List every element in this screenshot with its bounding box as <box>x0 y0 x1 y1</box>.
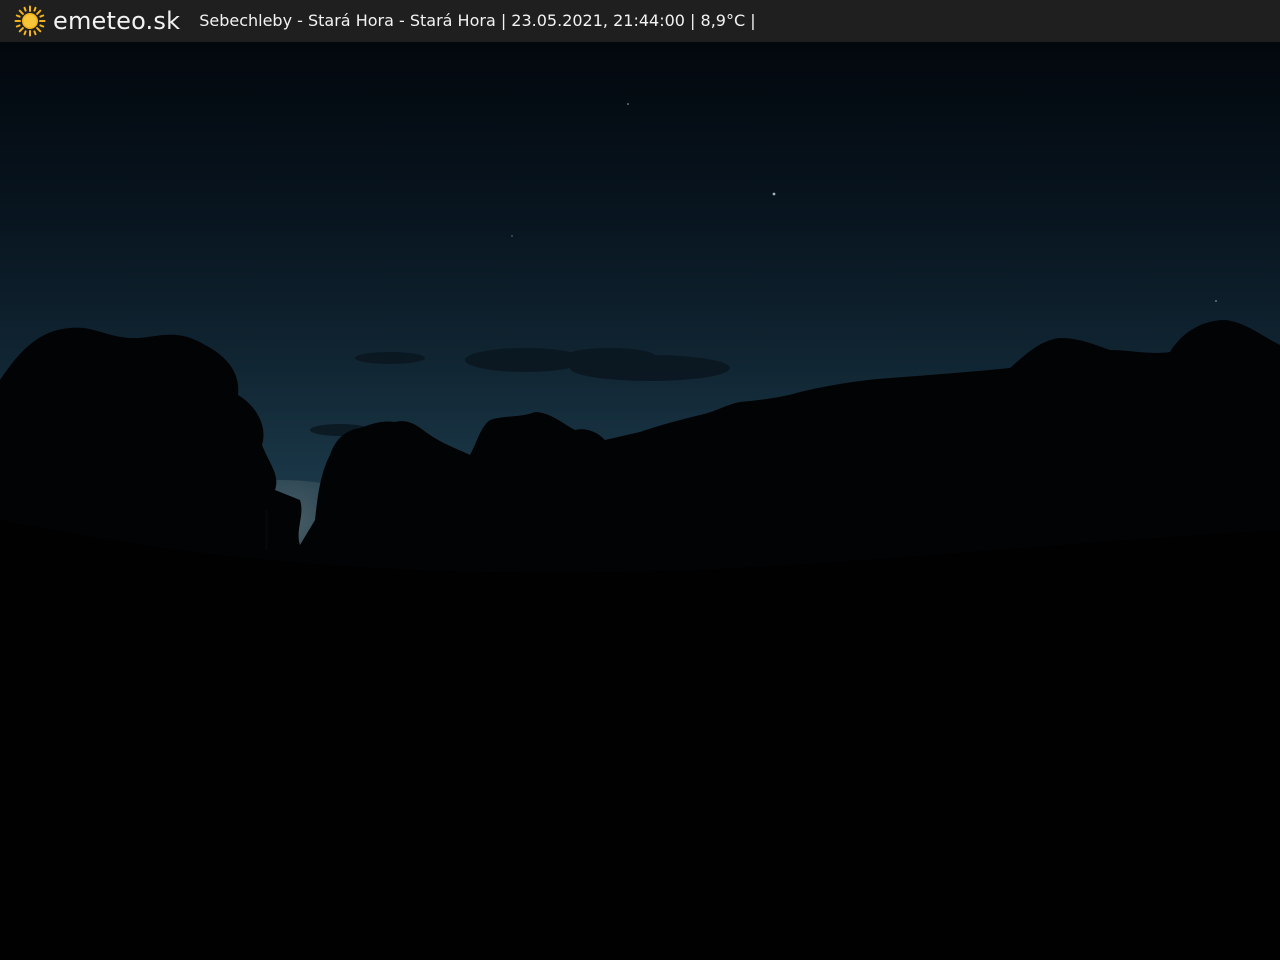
night-landscape <box>0 42 1280 960</box>
brand-name: emeteo.sk <box>53 7 181 35</box>
camera-caption: Sebechleby - Stará Hora - Stará Hora | 2… <box>199 11 756 30</box>
foreground <box>0 520 1280 960</box>
logo[interactable]: emeteo.sk <box>14 0 180 42</box>
webcam-frame: emeteo.sk Sebechleby - Stará Hora - Star… <box>0 0 1280 960</box>
caption-bar: emeteo.sk Sebechleby - Stará Hora - Star… <box>0 0 1280 42</box>
sun-icon <box>14 5 46 37</box>
webcam-image <box>0 42 1280 960</box>
